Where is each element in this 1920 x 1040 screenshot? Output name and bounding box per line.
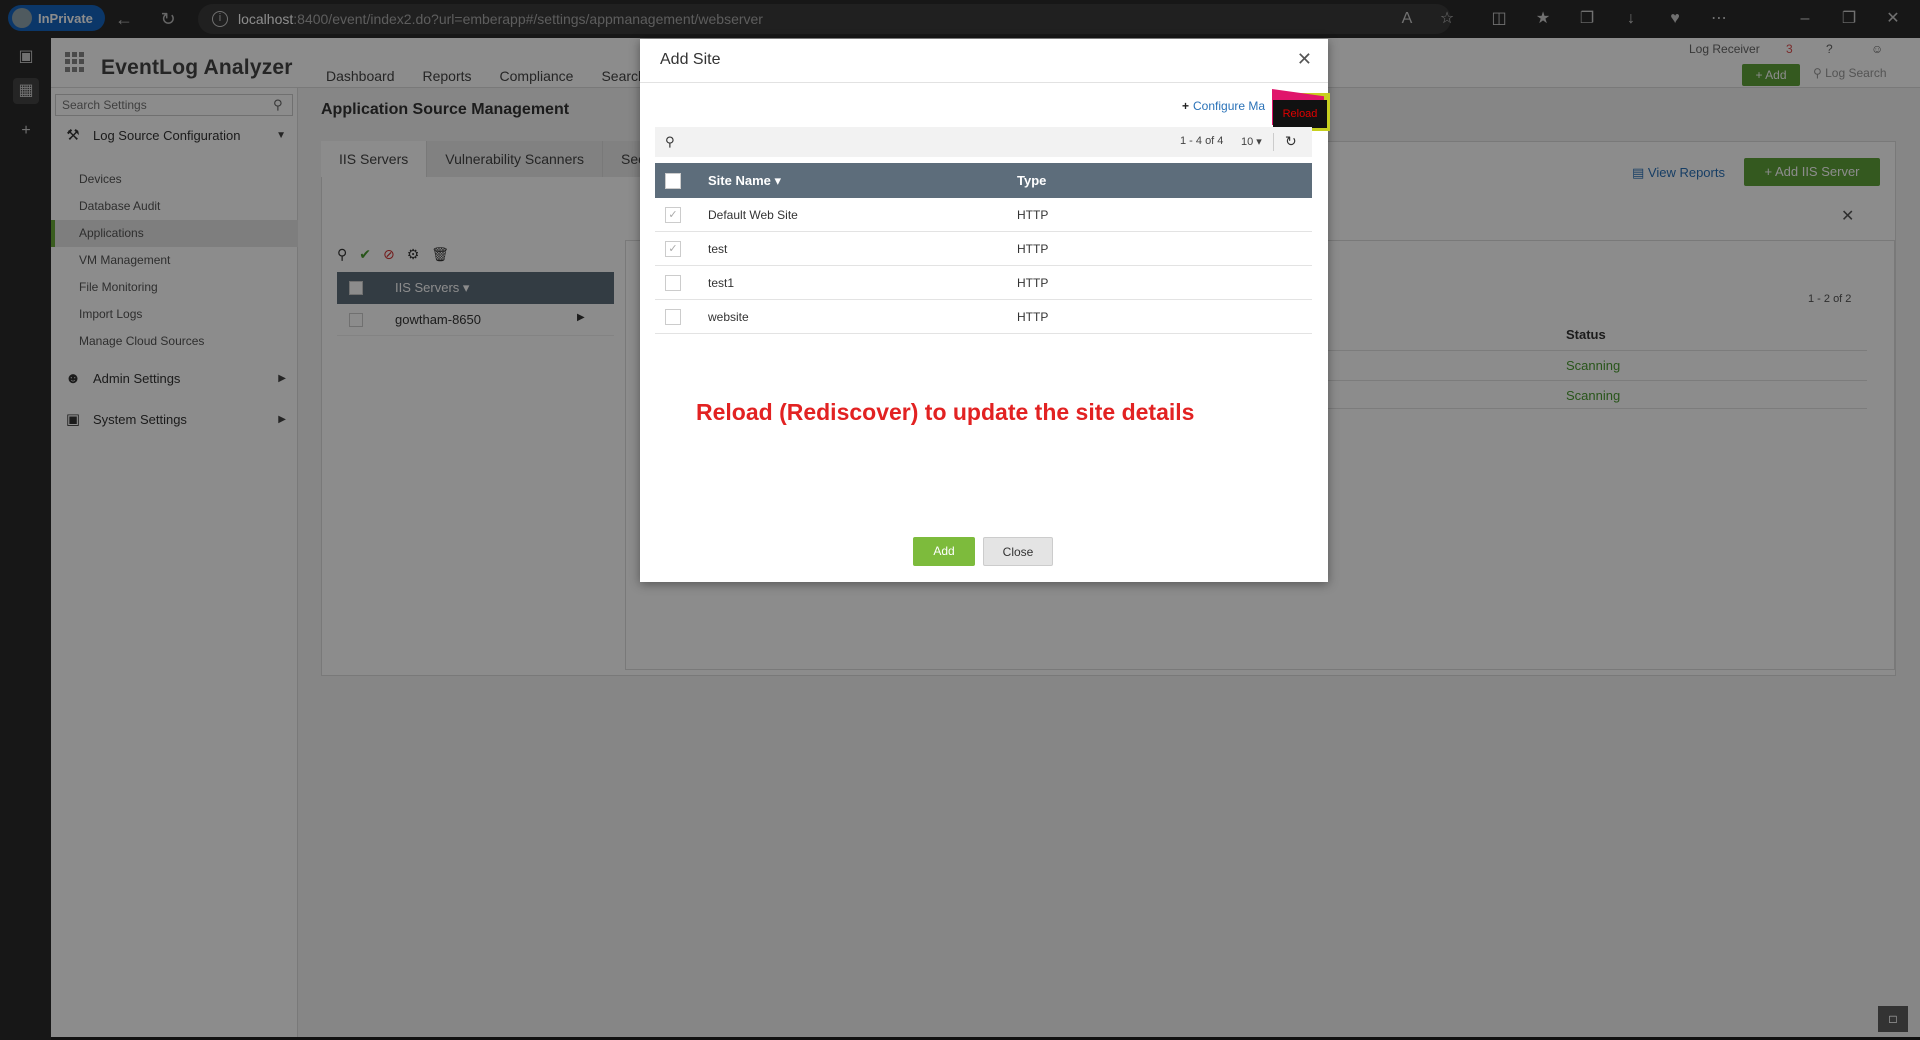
configure-label: Configure Ma <box>1193 99 1266 113</box>
table-header: Site Name ▾ Type <box>655 163 1312 198</box>
divider <box>640 82 1328 83</box>
site-type: HTTP <box>1017 276 1049 290</box>
row-checkbox[interactable] <box>665 275 681 291</box>
reload-icon[interactable]: ↻ <box>1285 133 1297 150</box>
site-name: test1 <box>708 276 735 290</box>
table-row[interactable]: test1 HTTP <box>655 266 1312 300</box>
site-name: test <box>708 242 728 256</box>
site-name: Default Web Site <box>708 208 798 222</box>
close-button[interactable]: Close <box>983 537 1053 566</box>
chat-icon[interactable]: □ <box>1878 1006 1908 1032</box>
row-checkbox[interactable]: ✓ <box>665 207 681 223</box>
per-page-select[interactable]: 10 ▾ <box>1241 135 1262 148</box>
site-type: HTTP <box>1017 310 1049 324</box>
row-checkbox[interactable]: ✓ <box>665 241 681 257</box>
column-site-name[interactable]: Site Name ▾ <box>708 173 781 189</box>
site-type: HTTP <box>1017 242 1049 256</box>
column-type: Type <box>1017 173 1047 188</box>
close-icon[interactable]: ✕ <box>1297 49 1312 70</box>
annotation-text: Reload (Rediscover) to update the site d… <box>696 399 1195 425</box>
configure-link[interactable]: + Configure Ma <box>1182 99 1265 113</box>
add-button[interactable]: Add <box>913 537 975 566</box>
plus-icon: + <box>1182 99 1190 113</box>
site-list-toolbar: ⚲ 1 - 4 of 4 10 ▾ ↻ <box>655 127 1312 157</box>
add-site-dialog: Add Site ✕ + Configure Ma Reload ⚲ 1 - 4 … <box>640 39 1330 582</box>
row-checkbox[interactable] <box>665 309 681 325</box>
table-row[interactable]: ✓ Default Web Site HTTP <box>655 198 1312 232</box>
table-row[interactable]: website HTTP <box>655 300 1312 334</box>
select-all-checkbox[interactable] <box>665 173 681 189</box>
search-icon[interactable]: ⚲ <box>665 134 675 150</box>
column-label: Site Name <box>708 173 771 188</box>
site-name: website <box>708 310 749 324</box>
table-row[interactable]: ✓ test HTTP <box>655 232 1312 266</box>
site-table: Site Name ▾ Type ✓ Default Web Site HTTP… <box>655 163 1312 334</box>
site-type: HTTP <box>1017 208 1049 222</box>
reload-tooltip: Reload <box>1273 100 1327 134</box>
pager-info: 1 - 4 of 4 <box>1180 135 1224 147</box>
dialog-title: Add Site <box>660 51 721 68</box>
per-page-value: 10 <box>1241 136 1254 148</box>
divider <box>1273 133 1274 151</box>
